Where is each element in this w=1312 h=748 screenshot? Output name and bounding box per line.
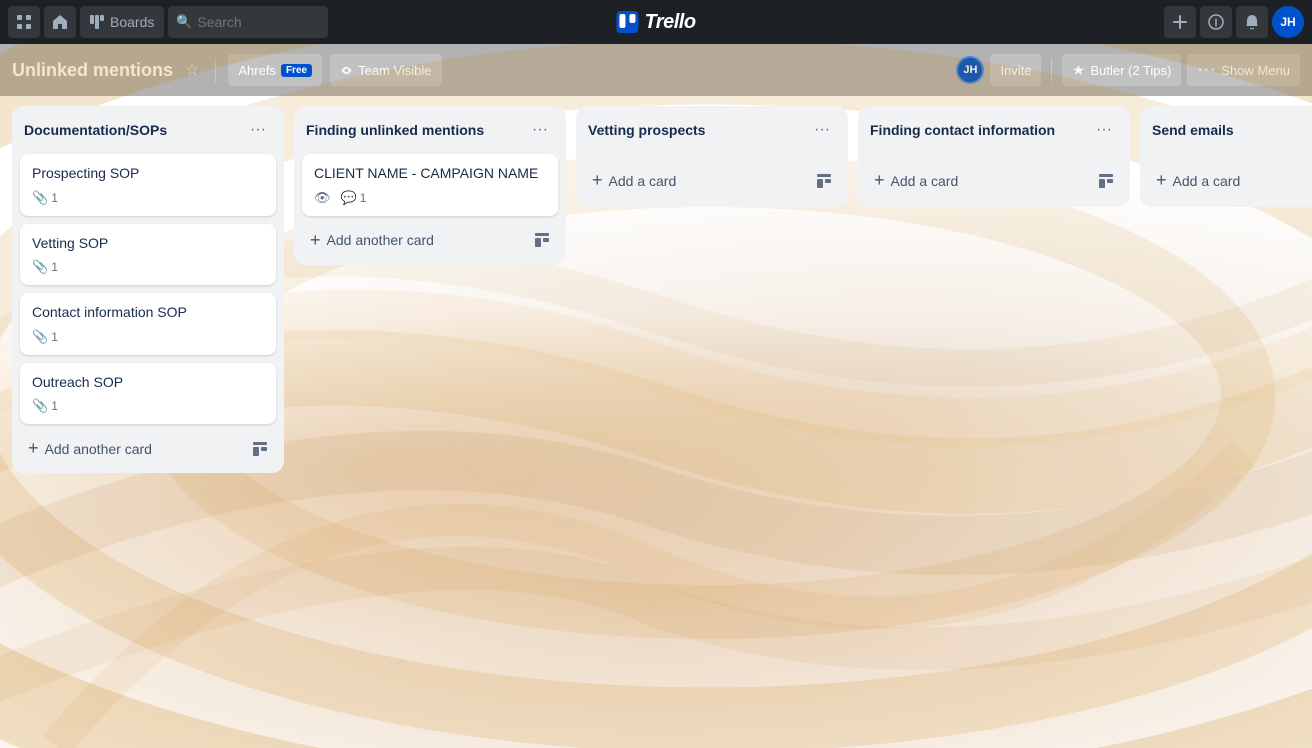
add-card-row-4: + Add a card	[866, 162, 1122, 199]
trello-logo: Trello	[616, 11, 695, 34]
list-cards-5	[1140, 150, 1312, 158]
attachment-meta-1: 📎 1	[32, 190, 58, 206]
paperclip-icon-1: 📎	[32, 190, 48, 206]
comment-meta-5: 💬 1	[341, 190, 367, 206]
top-nav: Boards 🔍 Trello	[0, 0, 1312, 44]
list-menu-btn-3[interactable]: ···	[808, 116, 836, 144]
card-title-3: Contact information SOP	[32, 303, 264, 323]
add-a-card-btn-5[interactable]: + Add a card	[1148, 164, 1312, 197]
add-a-card-btn-3[interactable]: + Add a card	[584, 164, 808, 197]
template-btn-2[interactable]	[526, 224, 558, 256]
search-wrap: 🔍	[168, 6, 328, 38]
list-title-5: Send emails	[1152, 122, 1312, 138]
attachment-count-4: 1	[51, 399, 58, 413]
card-contact-sop[interactable]: Contact information SOP 📎 1	[20, 293, 276, 355]
list-title-4: Finding contact information	[870, 122, 1090, 138]
add-card-row-2: + Add another card	[302, 224, 558, 257]
avatar-label: JH	[1280, 15, 1295, 29]
paperclip-icon-2: 📎	[32, 259, 48, 275]
list-menu-btn-1[interactable]: ···	[244, 116, 272, 144]
card-meta-3: 📎 1	[32, 329, 264, 345]
attachment-meta-2: 📎 1	[32, 259, 58, 275]
list-finding-unlinked: Finding unlinked mentions ··· CLIENT NAM…	[294, 106, 566, 265]
card-vetting-sop[interactable]: Vetting SOP 📎 1	[20, 224, 276, 286]
list-cards-4	[858, 150, 1130, 158]
card-meta-1: 📎 1	[32, 190, 264, 206]
comment-icon-5: 💬	[341, 190, 357, 206]
add-nav-button[interactable]	[1164, 6, 1196, 38]
plus-icon-3: +	[592, 170, 603, 191]
lists-area: Documentation/SOPs ··· Prospecting SOP 📎…	[0, 96, 1312, 748]
list-menu-btn-4[interactable]: ···	[1090, 116, 1118, 144]
search-input[interactable]	[168, 6, 328, 38]
add-card-label-1: Add another card	[45, 441, 152, 457]
list-title-2: Finding unlinked mentions	[306, 122, 526, 138]
board-area: Unlinked mentions ☆ Ahrefs Free Team Vis…	[0, 44, 1312, 748]
card-title-4: Outreach SOP	[32, 373, 264, 393]
info-button[interactable]	[1200, 6, 1232, 38]
list-cards-2: CLIENT NAME - CAMPAIGN NAME 👁 💬 1	[294, 150, 566, 220]
apps-button[interactable]	[8, 6, 40, 38]
archive-btn-3[interactable]	[808, 165, 840, 197]
card-title-5: CLIENT NAME - CAMPAIGN NAME	[314, 164, 546, 184]
list-vetting-prospects: Vetting prospects ··· + Add a card	[576, 106, 848, 207]
boards-button[interactable]: Boards	[80, 6, 164, 38]
card-prospecting-sop[interactable]: Prospecting SOP 📎 1	[20, 154, 276, 216]
card-meta-2: 📎 1	[32, 259, 264, 275]
list-send-emails: Send emails ··· + Add a card	[1140, 106, 1312, 207]
attachment-meta-4: 📎 1	[32, 398, 58, 414]
list-cards-3	[576, 150, 848, 158]
plus-icon-5: +	[1156, 170, 1167, 191]
plus-icon-2: +	[310, 230, 321, 251]
watch-meta-5: 👁	[314, 190, 331, 206]
home-button[interactable]	[44, 6, 76, 38]
add-card-label-4: Add a card	[891, 173, 959, 189]
app-wrapper: Boards 🔍 Trello	[0, 0, 1312, 748]
list-title-1: Documentation/SOPs	[24, 122, 244, 138]
attachment-count-3: 1	[51, 330, 58, 344]
archive-btn-4[interactable]	[1090, 165, 1122, 197]
add-card-label-3: Add a card	[609, 173, 677, 189]
list-header-4: Finding contact information ···	[858, 106, 1130, 150]
card-meta-4: 📎 1	[32, 398, 264, 414]
list-menu-btn-2[interactable]: ···	[526, 116, 554, 144]
logo-text: Trello	[644, 11, 695, 34]
add-a-card-btn-4[interactable]: + Add a card	[866, 164, 1090, 197]
plus-icon-4: +	[874, 170, 885, 191]
nav-right: JH	[1164, 6, 1304, 38]
user-avatar[interactable]: JH	[1272, 6, 1304, 38]
card-title-2: Vetting SOP	[32, 234, 264, 254]
boards-label: Boards	[110, 14, 154, 30]
paperclip-icon-3: 📎	[32, 329, 48, 345]
list-title-3: Vetting prospects	[588, 122, 808, 138]
template-btn-1[interactable]	[244, 433, 276, 465]
list-header-1: Documentation/SOPs ···	[12, 106, 284, 150]
list-header-2: Finding unlinked mentions ···	[294, 106, 566, 150]
add-card-row-3: + Add a card	[584, 162, 840, 199]
add-another-card-btn-2[interactable]: + Add another card	[302, 224, 526, 257]
bell-button[interactable]	[1236, 6, 1268, 38]
add-card-row-5: + Add a card	[1148, 162, 1312, 199]
attachment-meta-3: 📎 1	[32, 329, 58, 345]
attachment-count-1: 1	[51, 191, 58, 205]
comment-count-5: 1	[360, 191, 367, 205]
list-documentation-sops: Documentation/SOPs ··· Prospecting SOP 📎…	[12, 106, 284, 473]
plus-icon-1: +	[28, 438, 39, 459]
attachment-count-2: 1	[51, 260, 58, 274]
watch-icon-5: 👁	[314, 190, 331, 206]
paperclip-icon-4: 📎	[32, 398, 48, 414]
add-card-label-2: Add another card	[327, 232, 434, 248]
card-meta-5: 👁 💬 1	[314, 190, 546, 206]
list-cards-1: Prospecting SOP 📎 1 Vetting SOP �	[12, 150, 284, 428]
list-header-3: Vetting prospects ···	[576, 106, 848, 150]
add-another-card-btn-1[interactable]: + Add another card	[20, 432, 244, 465]
card-client-campaign[interactable]: CLIENT NAME - CAMPAIGN NAME 👁 💬 1	[302, 154, 558, 216]
card-title-1: Prospecting SOP	[32, 164, 264, 184]
add-card-label-5: Add a card	[1173, 173, 1241, 189]
add-card-row-1: + Add another card	[20, 432, 276, 465]
card-outreach-sop[interactable]: Outreach SOP 📎 1	[20, 363, 276, 425]
list-finding-contact: Finding contact information ··· + Add a …	[858, 106, 1130, 207]
list-header-5: Send emails ···	[1140, 106, 1312, 150]
